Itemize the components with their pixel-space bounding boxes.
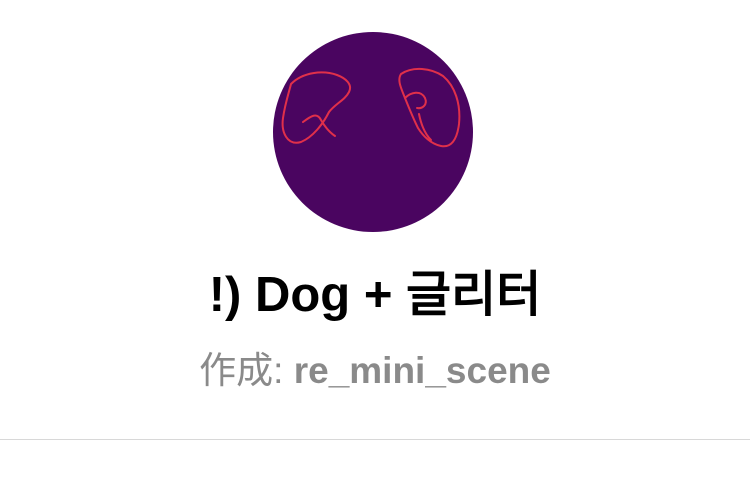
dog-drawing-icon [273,32,473,232]
avatar-background [273,32,473,232]
creator-line: 作成: re_mini_scene [0,348,750,394]
profile-header: !) Dog + 글리터 作成: re_mini_scene [0,0,750,440]
creator-name-link[interactable]: re_mini_scene [294,350,551,391]
divider [0,439,750,440]
page-title: !) Dog + 글리터 [208,268,542,322]
creator-label: 作成: [199,350,294,391]
avatar[interactable] [273,32,473,232]
